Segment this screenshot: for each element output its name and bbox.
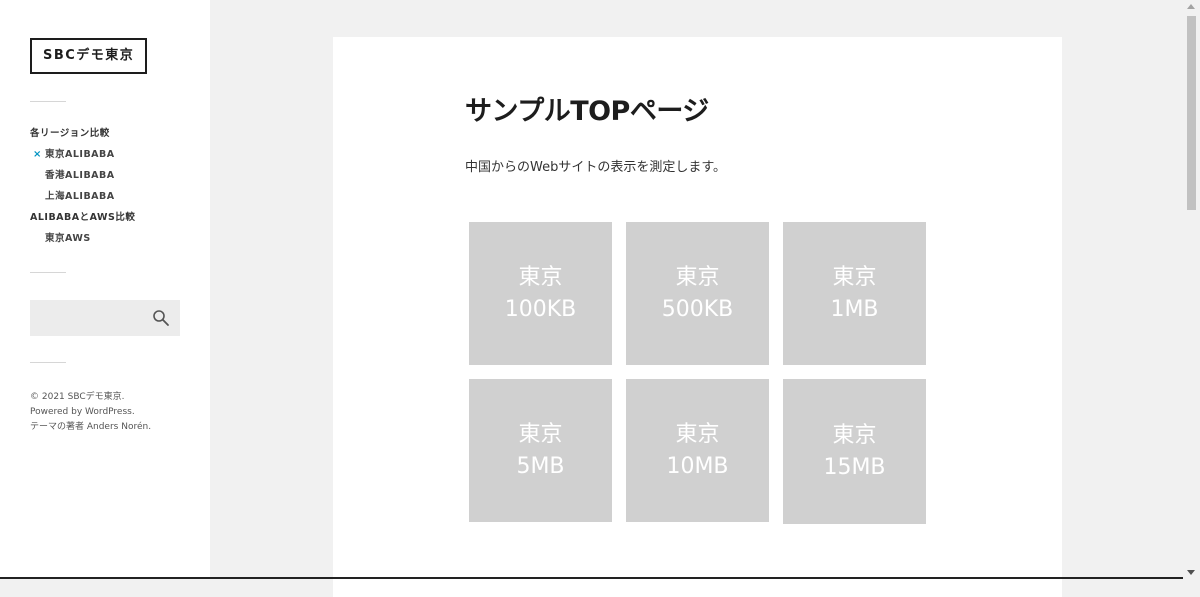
copyright-text: © 2021 SBCデモ東京.: [30, 392, 125, 402]
main-content: サンプルTOPページ 中国からのWebサイトの表示を測定します。 東京 100K…: [333, 37, 1062, 597]
intro-text: 中国からのWebサイトの表示を測定します。: [465, 160, 727, 175]
tile-city: 東京: [675, 264, 720, 290]
menu-item-tokyo-alibaba[interactable]: × 東京ALIBABA: [30, 148, 135, 169]
menu-item-alibaba-aws-compare[interactable]: ALIBABAとAWS比較: [30, 211, 135, 232]
divider: [30, 101, 66, 102]
scroll-up-icon[interactable]: [1187, 4, 1195, 9]
tile-size: 5MB: [516, 453, 565, 479]
tile-city: 東京: [832, 264, 877, 290]
tile-tokyo-500kb[interactable]: 東京 500KB: [626, 222, 769, 365]
tile-city: 東京: [518, 421, 563, 447]
scrollbar-thumb[interactable]: [1187, 16, 1196, 210]
menu-item-label: 各リージョン比較: [30, 128, 110, 139]
tile-tokyo-15mb[interactable]: 東京 15MB: [783, 379, 926, 524]
divider: [30, 272, 66, 273]
tile-size: 500KB: [661, 296, 734, 322]
tile-size: 10MB: [666, 453, 729, 479]
menu-item-shanghai-alibaba[interactable]: 上海ALIBABA: [30, 190, 135, 211]
tile-city: 東京: [832, 422, 877, 448]
menu-item-hongkong-alibaba[interactable]: 香港ALIBABA: [30, 169, 135, 190]
menu-item-label: 香港ALIBABA: [45, 170, 115, 181]
page-title: サンプルTOPページ: [465, 96, 709, 127]
tile-size: 100KB: [504, 296, 577, 322]
menu-item-tokyo-aws[interactable]: 東京AWS: [30, 232, 135, 253]
tile-size: 1MB: [830, 296, 879, 322]
theme-credit-link[interactable]: テーマの著者 Anders Norén.: [30, 420, 151, 435]
tile-size: 15MB: [823, 454, 886, 480]
menu-item-region-compare[interactable]: 各リージョン比較: [30, 127, 135, 148]
sidebar: SBCデモ東京 各リージョン比較 × 東京ALIBABA 香港ALIBABA 上海…: [0, 0, 210, 579]
powered-by-link[interactable]: Powered by WordPress.: [30, 405, 151, 420]
menu-item-label: 東京ALIBABA: [45, 149, 115, 160]
current-page-marker-icon: ×: [33, 149, 42, 160]
vertical-scrollbar[interactable]: [1183, 0, 1200, 579]
tile-tokyo-10mb[interactable]: 東京 10MB: [626, 379, 769, 522]
search-form: [30, 300, 180, 336]
search-icon[interactable]: [152, 309, 170, 327]
tile-city: 東京: [675, 421, 720, 447]
tile-tokyo-5mb[interactable]: 東京 5MB: [469, 379, 612, 522]
tile-tokyo-100kb[interactable]: 東京 100KB: [469, 222, 612, 365]
divider: [30, 362, 66, 363]
menu-item-label: 上海ALIBABA: [45, 191, 115, 202]
menu-item-label: ALIBABAとAWS比較: [30, 212, 136, 223]
tile-tokyo-1mb[interactable]: 東京 1MB: [783, 222, 926, 365]
site-title-link[interactable]: SBCデモ東京: [30, 38, 148, 74]
menu-item-label: 東京AWS: [45, 233, 91, 244]
sidebar-footer: © 2021 SBCデモ東京. Powered by WordPress. テー…: [30, 390, 151, 435]
tile-city: 東京: [518, 264, 563, 290]
sidebar-menu: 各リージョン比較 × 東京ALIBABA 香港ALIBABA 上海ALIBABA …: [30, 127, 135, 253]
scroll-down-icon[interactable]: [1187, 570, 1195, 575]
search-input[interactable]: [30, 300, 140, 336]
